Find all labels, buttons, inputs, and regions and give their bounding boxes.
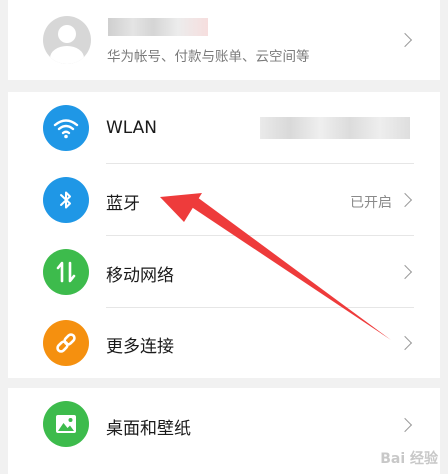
bluetooth-status: 已开启 [350,195,392,211]
link-icon [43,320,89,366]
chevron-right-icon [397,192,413,208]
wallpaper-label: 桌面和壁纸 [106,419,191,439]
chevron-right-icon [397,417,413,433]
wlan-label: WLAN [106,118,158,138]
mobile-data-icon [43,249,89,295]
bluetooth-icon [43,177,89,223]
settings-item-bluetooth[interactable]: 蓝牙 已开启 [8,164,440,236]
wallpaper-icon [43,401,89,447]
bluetooth-label: 蓝牙 [106,194,140,214]
wifi-icon [43,105,89,151]
display-card: 桌面和壁纸 [8,388,440,474]
chevron-right-icon [397,335,413,351]
settings-item-more-connections[interactable]: 更多连接 [8,308,440,378]
settings-item-wlan[interactable]: WLAN [8,92,440,164]
chevron-right-icon [397,32,413,48]
settings-screen: 华为帐号、付款与账单、云空间等 WLAN 蓝牙 已开启 移动网络 更多连接 桌面… [0,0,448,474]
wlan-network-redacted [260,117,410,139]
more-connections-label: 更多连接 [106,337,174,357]
mobile-network-label: 移动网络 [106,266,174,286]
account-card[interactable]: 华为帐号、付款与账单、云空间等 [8,0,440,80]
settings-item-mobile-network[interactable]: 移动网络 [8,236,440,308]
chevron-right-icon [397,264,413,280]
connectivity-card: WLAN 蓝牙 已开启 移动网络 更多连接 [8,92,440,378]
watermark: Bai 经验 [380,451,438,467]
settings-item-wallpaper[interactable]: 桌面和壁纸 [8,388,440,464]
